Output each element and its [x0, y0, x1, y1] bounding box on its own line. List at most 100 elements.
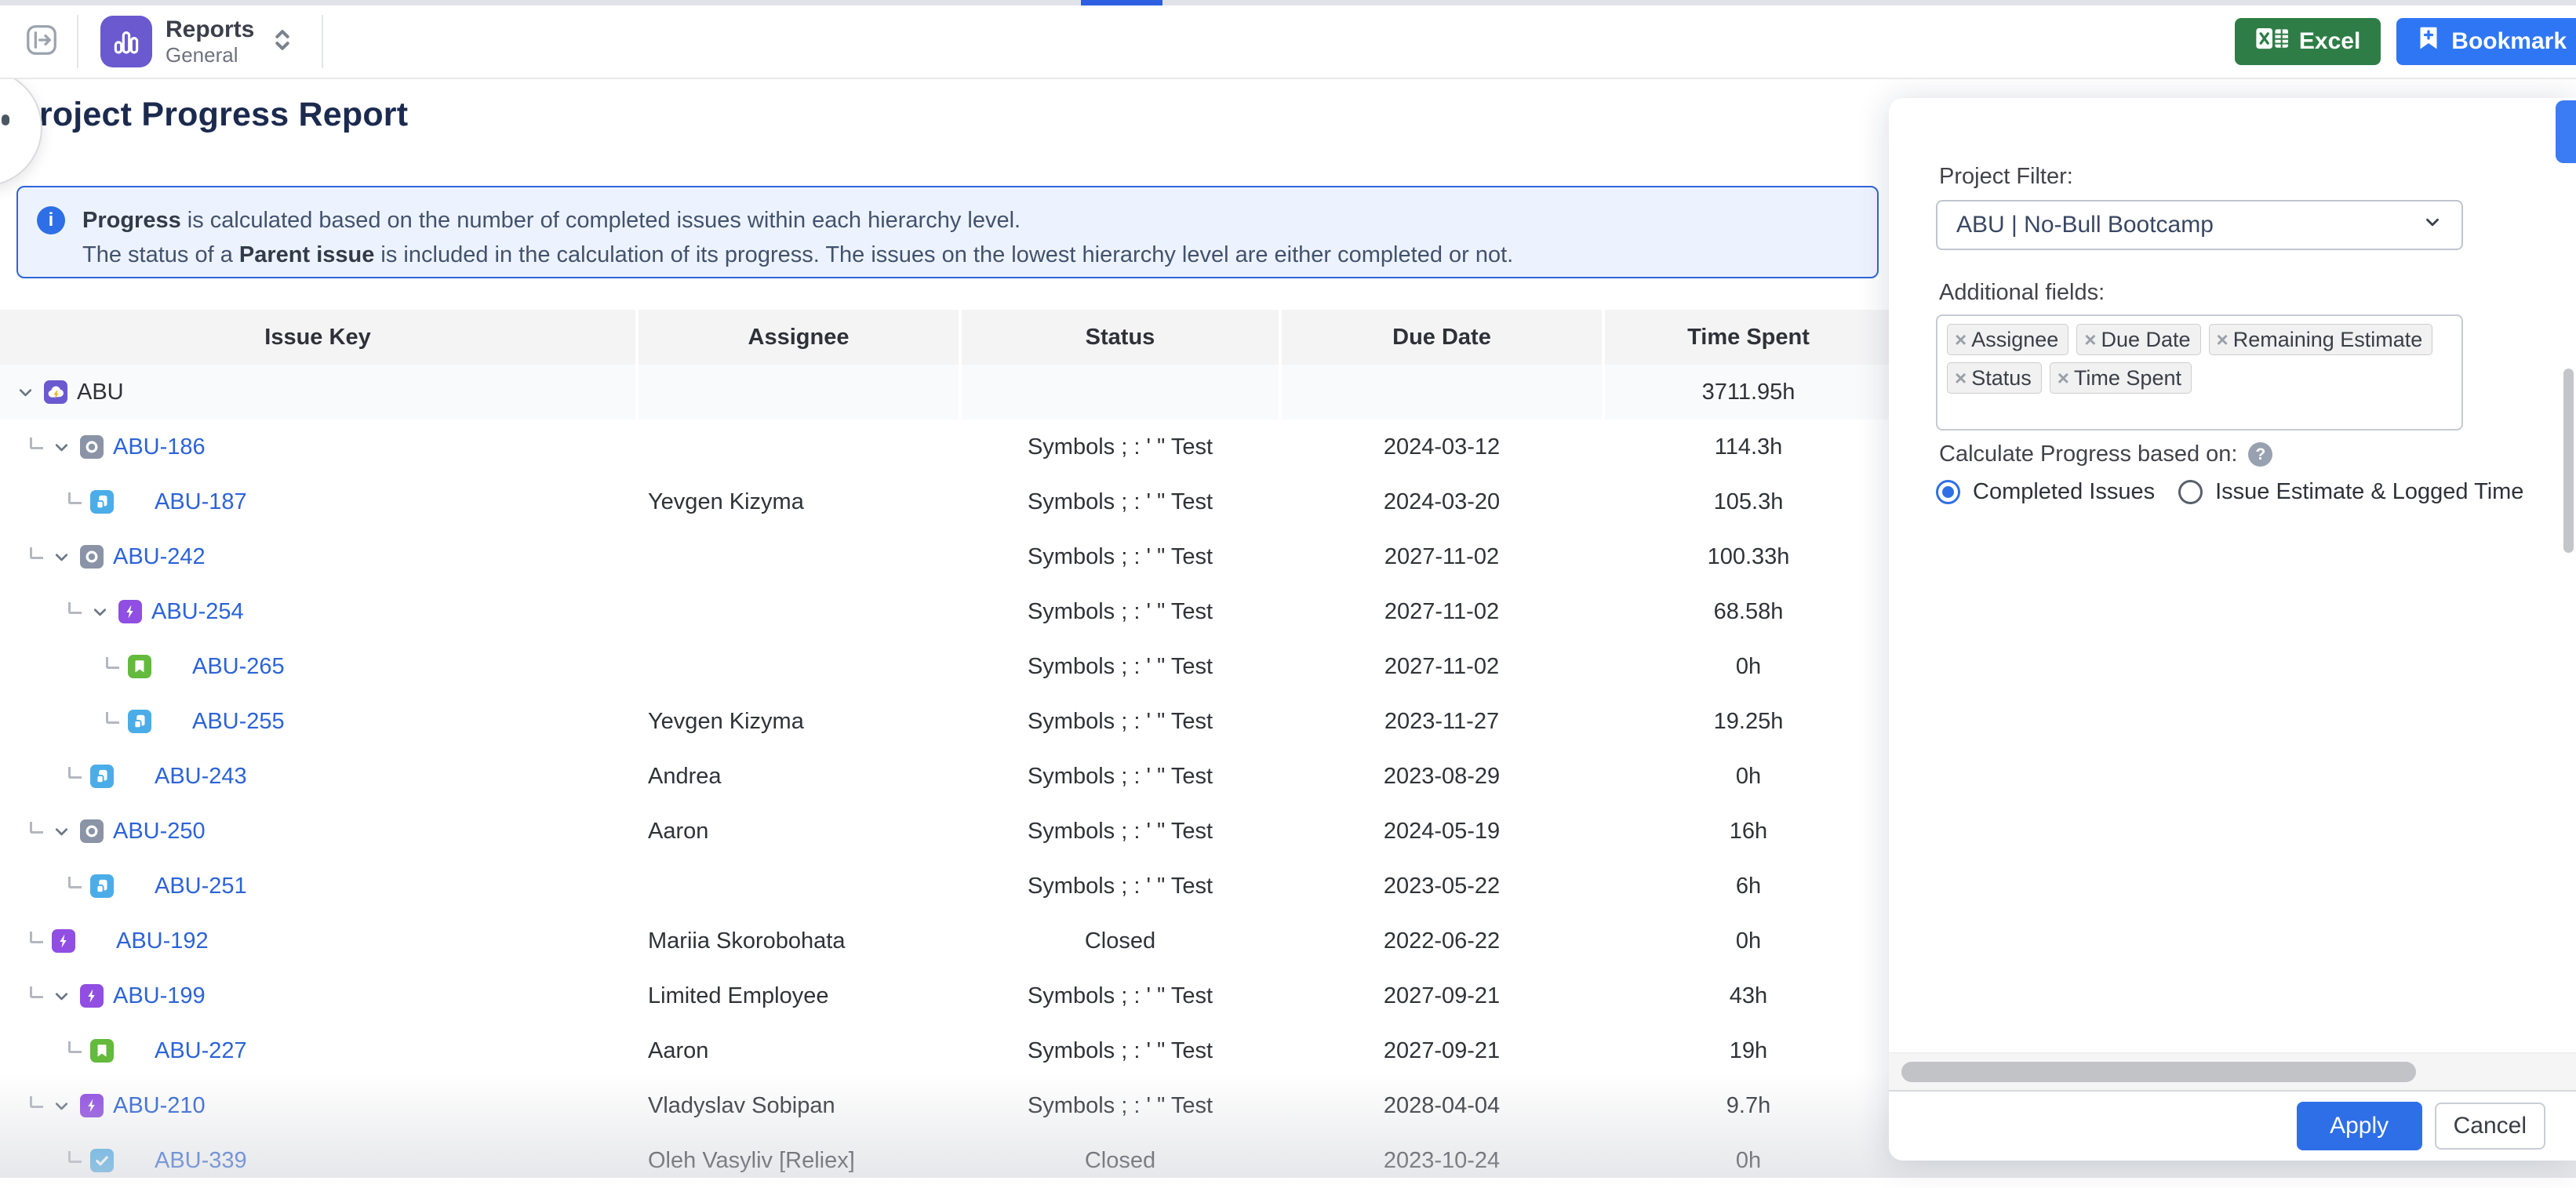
remove-tag-icon[interactable]: ×: [2084, 328, 2096, 352]
panel-horizontal-scrollbar[interactable]: [1889, 1052, 2576, 1090]
page-loading-bar-segment: [1081, 0, 1162, 5]
time-spent-cell: 114.3h: [1605, 420, 1892, 474]
chevron-down-icon[interactable]: [52, 1096, 71, 1116]
due-date-cell: 2024-03-12: [1282, 420, 1602, 474]
horizontal-scrollbar-thumb[interactable]: [1901, 1062, 2416, 1082]
remove-tag-icon[interactable]: ×: [1955, 328, 1967, 352]
status-cell: Symbols ; : ' " Test: [962, 749, 1279, 804]
radio-selected[interactable]: [1936, 480, 1960, 504]
issue-key-link[interactable]: ABU-187: [155, 489, 247, 515]
column-header-status[interactable]: Status: [962, 310, 1279, 365]
time-spent-cell: 0h: [1605, 639, 1892, 694]
chevron-down-icon[interactable]: [52, 822, 71, 841]
app-switcher-chevrons-icon[interactable]: [271, 24, 293, 60]
cancel-button[interactable]: Cancel: [2435, 1103, 2545, 1150]
design-type-icon: [90, 490, 114, 514]
remove-tag-icon[interactable]: ×: [2217, 328, 2229, 352]
topbar-divider: [77, 15, 78, 68]
issue-key-link[interactable]: ABU-227: [155, 1038, 247, 1064]
table-row: ABU-251Symbols ; : ' " Test2023-05-226h: [0, 859, 1892, 914]
tree-connector-icon: [30, 986, 43, 998]
assignee-cell: Aaron: [639, 804, 959, 859]
chevron-down-icon[interactable]: [52, 986, 71, 1006]
help-icon[interactable]: ?: [2248, 442, 2272, 467]
additional-fields-label: Additional fields:: [1939, 280, 2105, 306]
field-tag[interactable]: ×Time Spent: [2050, 362, 2192, 394]
time-spent-cell: 6h: [1605, 859, 1892, 914]
table-row: ABU-186Symbols ; : ' " Test2024-03-12114…: [0, 420, 1892, 474]
field-tag[interactable]: ×Assignee: [1947, 324, 2068, 355]
apply-button[interactable]: Apply: [2297, 1102, 2422, 1150]
project-filter-select[interactable]: ABU | No-Bull Bootcamp: [1936, 200, 2463, 250]
reports-app-icon[interactable]: [100, 16, 152, 67]
assignee-cell: Yevgen Kizyma: [639, 694, 959, 749]
issue-key-link[interactable]: ABU-242: [113, 544, 206, 570]
radio-unselected[interactable]: [2178, 480, 2203, 504]
remove-tag-icon[interactable]: ×: [2058, 366, 2069, 391]
issue-key-link[interactable]: ABU-186: [113, 434, 206, 460]
tree-connector-icon: [68, 1151, 82, 1163]
issue-key-link[interactable]: ABU-255: [192, 709, 285, 735]
due-date-cell: 2028-04-04: [1282, 1078, 1602, 1133]
chevron-down-icon[interactable]: [52, 547, 71, 567]
issue-key-link[interactable]: ABU-199: [113, 983, 206, 1009]
help-bubble-fragment[interactable]: [0, 69, 42, 187]
field-tag[interactable]: ×Remaining Estimate: [2209, 324, 2433, 355]
due-date-cell: 2023-11-27: [1282, 694, 1602, 749]
table-row: ABU-192Mariia SkorobohataClosed2022-06-2…: [0, 914, 1892, 968]
topbar-divider: [322, 15, 323, 68]
chevron-down-icon[interactable]: [90, 602, 110, 622]
issue-key-link[interactable]: ABU-254: [151, 599, 244, 625]
column-header-due-date[interactable]: Due Date: [1282, 310, 1602, 365]
chevron-down-icon[interactable]: [16, 383, 35, 402]
status-cell: Symbols ; : ' " Test: [962, 1023, 1279, 1078]
excel-export-button[interactable]: Excel: [2235, 18, 2381, 65]
field-tag[interactable]: ×Due Date: [2076, 324, 2200, 355]
issue-key-link[interactable]: ABU-250: [113, 819, 206, 845]
due-date-cell: 2023-08-29: [1282, 749, 1602, 804]
due-date-cell: 2024-03-20: [1282, 474, 1602, 529]
time-spent-cell: 0h: [1605, 1133, 1892, 1188]
assignee-cell: Aaron: [639, 1023, 959, 1078]
due-date-cell: 2023-10-24: [1282, 1133, 1602, 1188]
issue-key-link[interactable]: ABU-192: [116, 928, 209, 954]
column-header-time-spent[interactable]: Time Spent: [1605, 310, 1892, 365]
info-icon: i: [37, 206, 65, 234]
chevron-down-icon[interactable]: [52, 438, 71, 457]
table-row: ABU-250AaronSymbols ; : ' " Test2024-05-…: [0, 804, 1892, 859]
table-row: ABU3711.95h: [0, 365, 1892, 420]
issue-key-link[interactable]: ABU-265: [192, 654, 285, 680]
time-spent-cell: 9.7h: [1605, 1078, 1892, 1133]
assignee-cell: Limited Employee: [639, 968, 959, 1023]
additional-fields-multiselect[interactable]: ×Assignee ×Due Date ×Remaining Estimate ×St…: [1936, 314, 2463, 431]
bookmark-button[interactable]: Bookmark: [2396, 18, 2576, 65]
collapse-sidebar-icon: [24, 22, 60, 62]
radio-label[interactable]: Issue Estimate & Logged Time: [2215, 479, 2523, 505]
assignee-cell: Mariia Skorobohata: [639, 914, 959, 968]
issue-key-link[interactable]: ABU-251: [155, 874, 247, 899]
status-cell: Symbols ; : ' " Test: [962, 694, 1279, 749]
time-spent-cell: 16h: [1605, 804, 1892, 859]
issue-key-link[interactable]: ABU-243: [155, 764, 247, 790]
status-cell: Symbols ; : ' " Test: [962, 529, 1279, 584]
status-cell: Symbols ; : ' " Test: [962, 859, 1279, 914]
app-title: Reports: [166, 17, 254, 42]
collapse-sidebar-button[interactable]: [24, 24, 60, 60]
status-cell: Symbols ; : ' " Test: [962, 804, 1279, 859]
tree-connector-icon: [30, 1096, 43, 1108]
due-date-cell: 2027-11-02: [1282, 639, 1602, 694]
radio-label[interactable]: Completed Issues: [1973, 479, 2155, 505]
page-vertical-scrollbar-thumb[interactable]: [2563, 369, 2574, 553]
field-tag[interactable]: ×Status: [1947, 362, 2042, 394]
remove-tag-icon[interactable]: ×: [1955, 366, 1967, 391]
issue-key-link[interactable]: ABU-210: [113, 1093, 206, 1119]
table-body: ABU3711.95hABU-186Symbols ; : ' " Test20…: [0, 365, 1892, 1188]
column-header-assignee[interactable]: Assignee: [639, 310, 959, 365]
edge-button-fragment[interactable]: rt: [2556, 100, 2576, 163]
issue-key-link[interactable]: ABU-339: [155, 1148, 247, 1174]
due-date-cell: 2027-11-02: [1282, 584, 1602, 639]
table-row: ABU-265Symbols ; : ' " Test2027-11-020h: [0, 639, 1892, 694]
column-header-issue-key[interactable]: Issue Key: [0, 310, 635, 365]
design-type-icon: [90, 874, 114, 898]
assignee-cell: Yevgen Kizyma: [639, 474, 959, 529]
